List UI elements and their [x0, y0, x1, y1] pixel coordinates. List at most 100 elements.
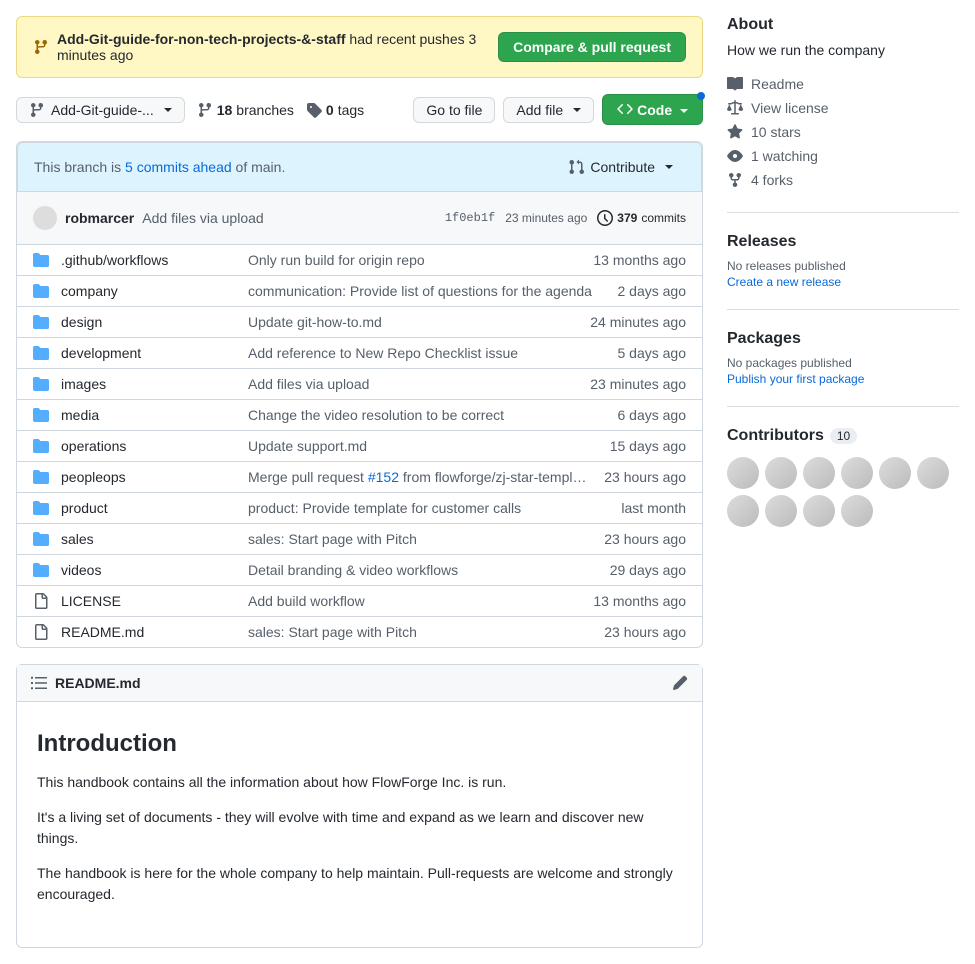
- add-file-button[interactable]: Add file: [503, 97, 594, 123]
- notification-dot: [697, 92, 705, 100]
- avatar[interactable]: [803, 457, 835, 489]
- pencil-icon[interactable]: [672, 675, 688, 691]
- avatar[interactable]: [803, 495, 835, 527]
- table-row: development Add reference to New Repo Che…: [17, 338, 702, 369]
- file-name-link[interactable]: operations: [61, 438, 126, 454]
- table-row: operations Update support.md 15 days ago: [17, 431, 702, 462]
- table-row: README.mdsales: Start page with Pitch23 …: [17, 617, 702, 647]
- table-row: LICENSE Add build workflow 13 months ago: [17, 586, 702, 617]
- commit-message[interactable]: Add files via upload: [248, 376, 578, 392]
- avatar[interactable]: [765, 495, 797, 527]
- contributors-count: 10: [830, 428, 857, 444]
- avatar[interactable]: [727, 457, 759, 489]
- stars-link[interactable]: 10 stars: [727, 120, 959, 144]
- commit-message[interactable]: Update support.md: [248, 438, 598, 454]
- avatar[interactable]: [727, 495, 759, 527]
- create-release-link[interactable]: Create a new release: [727, 275, 959, 289]
- table-row: peopleops Merge pull request #152 from fl…: [17, 462, 702, 493]
- file-name-link[interactable]: sales: [61, 531, 94, 547]
- commit-time: 23 minutes ago: [590, 376, 686, 392]
- latest-commit-header: robmarcer Add files via upload 1f0eb1f 2…: [17, 192, 702, 245]
- branch-selector[interactable]: Add-Git-guide-...: [16, 97, 185, 123]
- file-name-link[interactable]: README.md: [61, 624, 144, 640]
- commit-message[interactable]: Update git-how-to.md: [248, 314, 578, 330]
- banner-text: Add-Git-guide-for-non-tech-projects-&-st…: [57, 31, 490, 63]
- commit-message[interactable]: sales: Start page with Pitch: [248, 531, 592, 547]
- about-section: About How we run the company Readme View…: [727, 16, 959, 192]
- commit-message[interactable]: product: Provide template for customer c…: [248, 500, 609, 516]
- branch-icon: [197, 102, 213, 118]
- folder-icon: [33, 407, 49, 423]
- file-name-link[interactable]: LICENSE: [61, 593, 121, 609]
- tags-link[interactable]: 0tags: [306, 102, 364, 118]
- commit-time: last month: [621, 500, 686, 516]
- folder-icon: [33, 252, 49, 268]
- commit-message[interactable]: Change the video resolution to be correc…: [248, 407, 606, 423]
- law-icon: [727, 100, 743, 116]
- code-button[interactable]: Code: [602, 94, 703, 125]
- readme-filename[interactable]: README.md: [55, 675, 664, 691]
- commit-time: 6 days ago: [618, 407, 687, 423]
- forks-link[interactable]: 4 forks: [727, 168, 959, 192]
- file-name-link[interactable]: design: [61, 314, 102, 330]
- eye-icon: [727, 148, 743, 164]
- branch-icon: [29, 102, 45, 118]
- star-icon: [727, 124, 743, 140]
- about-description: How we run the company: [727, 42, 959, 58]
- commit-time: 23 hours ago: [604, 531, 686, 547]
- file-name-link[interactable]: .github/workflows: [61, 252, 168, 268]
- license-link[interactable]: View license: [727, 96, 959, 120]
- avatar[interactable]: [765, 457, 797, 489]
- table-row: designUpdate git-how-to.md24 minutes ago: [17, 307, 702, 338]
- commit-message[interactable]: Add files via upload: [142, 210, 263, 226]
- file-name-link[interactable]: videos: [61, 562, 101, 578]
- avatar[interactable]: [841, 495, 873, 527]
- commit-message[interactable]: communication: Provide list of questions…: [248, 283, 606, 299]
- table-row: product product: Provide template for cus…: [17, 493, 702, 524]
- file-browser: This branch is 5 commits ahead of main. …: [16, 141, 703, 648]
- table-row: images Add files via upload 23 minutes ago: [17, 369, 702, 400]
- avatar[interactable]: [841, 457, 873, 489]
- compare-pr-button[interactable]: Compare & pull request: [498, 32, 686, 62]
- contributor-avatars: [727, 457, 959, 527]
- commit-message[interactable]: Add reference to New Repo Checklist issu…: [248, 345, 606, 361]
- commit-time: 5 days ago: [618, 345, 687, 361]
- publish-package-link[interactable]: Publish your first package: [727, 372, 959, 386]
- branches-link[interactable]: 18branches: [197, 102, 294, 118]
- folder-icon: [33, 438, 49, 454]
- file-name-link[interactable]: product: [61, 500, 108, 516]
- commit-message[interactable]: sales: Start page with Pitch: [248, 624, 592, 640]
- folder-icon: [33, 500, 49, 516]
- commit-message[interactable]: Merge pull request #152 from flowforge/z…: [248, 469, 592, 485]
- commit-message[interactable]: Detail branding & video workflows: [248, 562, 598, 578]
- file-name-link[interactable]: images: [61, 376, 106, 392]
- list-icon[interactable]: [31, 675, 47, 691]
- commit-time: 2 days ago: [618, 283, 687, 299]
- file-name-link[interactable]: peopleops: [61, 469, 126, 485]
- folder-icon: [33, 469, 49, 485]
- contribute-button[interactable]: Contribute: [556, 155, 685, 179]
- file-name-link[interactable]: development: [61, 345, 141, 361]
- goto-file-button[interactable]: Go to file: [413, 97, 495, 123]
- readme-link[interactable]: Readme: [727, 72, 959, 96]
- commit-time: 15 days ago: [610, 438, 686, 454]
- readme-heading: Introduction: [37, 730, 682, 758]
- repo-toolbar: Add-Git-guide-... 18branches 0tags Go to…: [16, 94, 703, 125]
- commit-time: 29 days ago: [610, 562, 686, 578]
- commits-ahead-link[interactable]: 5 commits ahead: [125, 159, 232, 175]
- commits-link[interactable]: 379commits: [597, 210, 686, 226]
- branch-icon: [33, 39, 49, 55]
- commit-author[interactable]: robmarcer: [65, 210, 134, 226]
- commit-message[interactable]: Add build workflow: [248, 593, 581, 609]
- avatar[interactable]: [33, 206, 57, 230]
- folder-icon: [33, 345, 49, 361]
- avatar[interactable]: [917, 457, 949, 489]
- watching-link[interactable]: 1 watching: [727, 144, 959, 168]
- commit-sha[interactable]: 1f0eb1f: [445, 211, 495, 225]
- commit-time: 13 months ago: [593, 593, 686, 609]
- file-name-link[interactable]: media: [61, 407, 99, 423]
- issue-link[interactable]: #152: [368, 469, 399, 485]
- file-name-link[interactable]: company: [61, 283, 118, 299]
- commit-message[interactable]: Only run build for origin repo: [248, 252, 581, 268]
- avatar[interactable]: [879, 457, 911, 489]
